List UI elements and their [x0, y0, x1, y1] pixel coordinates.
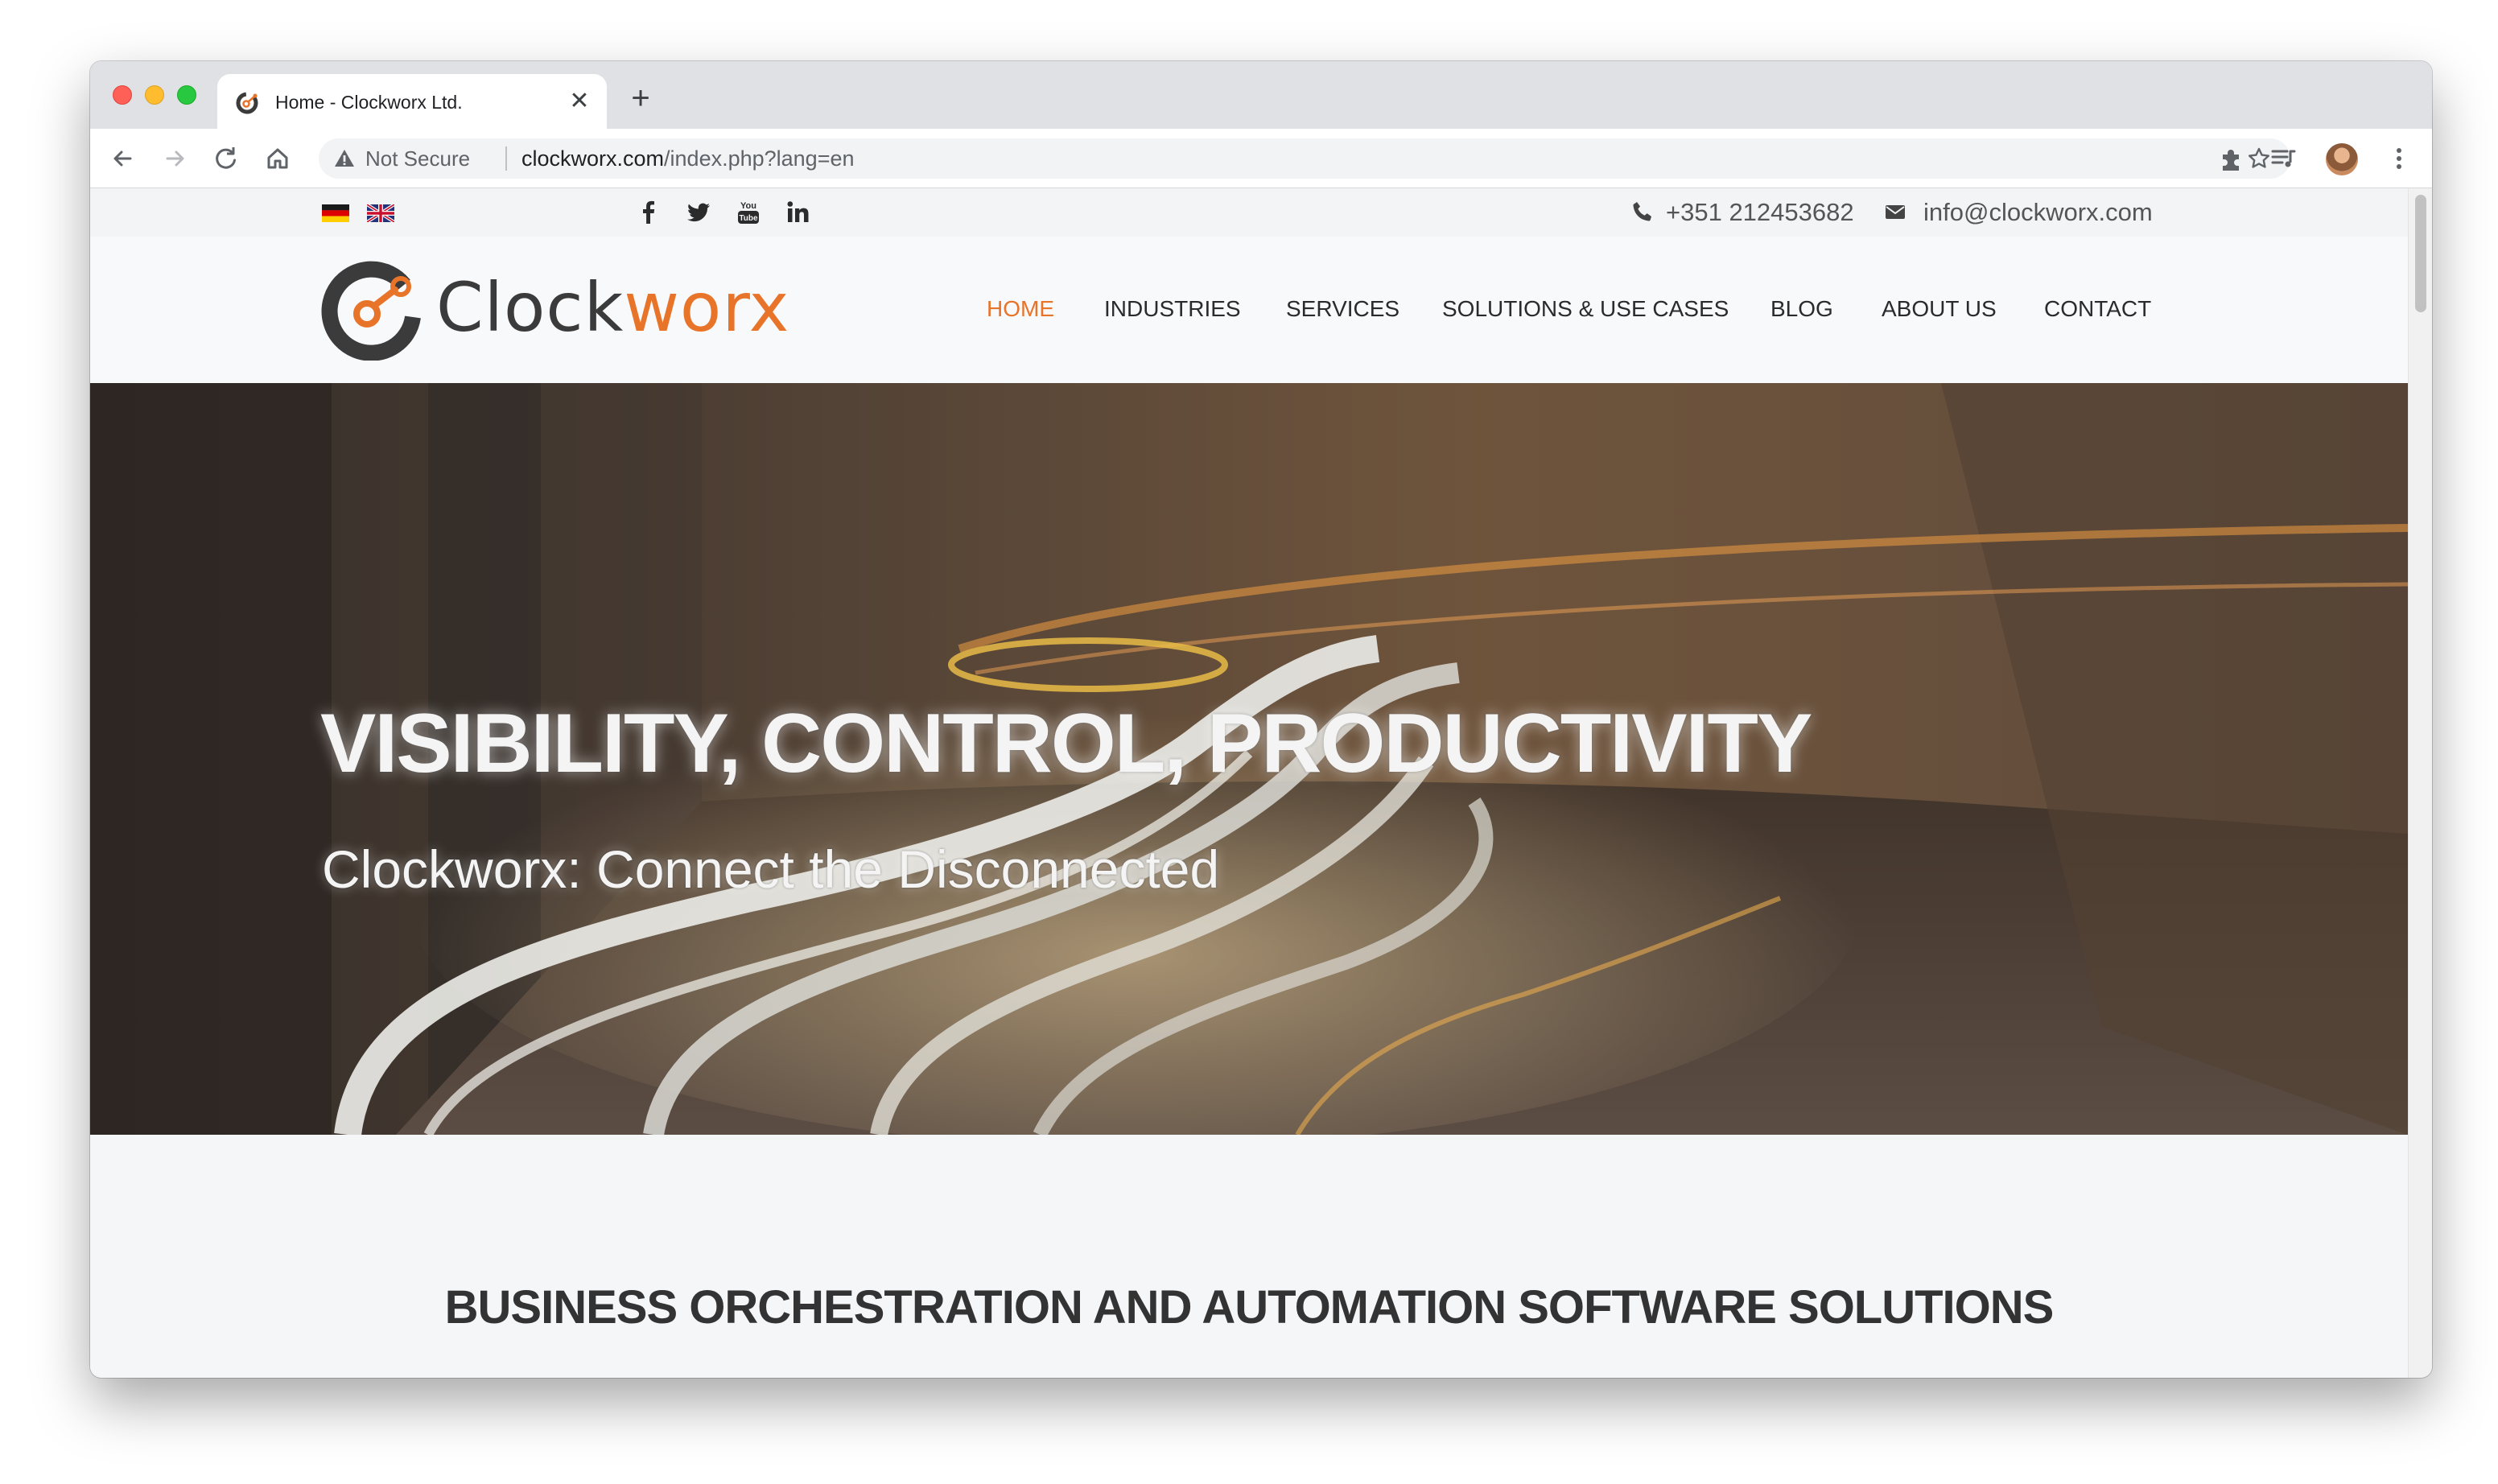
svg-text:Tube: Tube [739, 214, 758, 223]
hero-title: VISIBILITY, CONTROL, PRODUCTIVITY [320, 697, 1812, 790]
forward-arrow-icon[interactable] [158, 142, 192, 175]
address-separator [505, 146, 507, 171]
url-text[interactable]: clockworx.com/index.php?lang=en [521, 146, 855, 171]
back-arrow-icon[interactable] [106, 142, 140, 175]
url-path: /index.php?lang=en [664, 146, 855, 171]
home-icon[interactable] [261, 142, 295, 175]
nav-industries[interactable]: INDUSTRIES [1104, 295, 1241, 324]
nav-solutions[interactable]: SOLUTIONS & USE CASES [1442, 295, 1729, 324]
clockworx-favicon-icon [236, 92, 258, 114]
security-label[interactable]: Not Secure [365, 146, 470, 171]
site-header: Clockworx HOME INDUSTRIES SERVICES SOLUT… [90, 237, 2408, 383]
new-tab-button[interactable]: + [624, 82, 657, 114]
hero-subtitle: Clockworx: Connect the Disconnected [322, 839, 1220, 899]
warning-icon [335, 150, 354, 167]
nav-home[interactable]: HOME [987, 295, 1054, 324]
nav-blog[interactable]: BLOG [1770, 295, 1833, 324]
top-contact-bar: You Tube +351 212453682 info@clockworx.c… [90, 188, 2408, 237]
tab-strip: Home - Clockworx Ltd. ✕ + [90, 61, 2432, 129]
nav-about[interactable]: ABOUT US [1882, 295, 1997, 324]
extensions-puzzle-icon[interactable] [2216, 143, 2247, 174]
browser-toolbar: Not Secure clockworx.com/index.php?lang=… [90, 129, 2432, 188]
reload-icon[interactable] [209, 142, 243, 175]
web-page: You Tube +351 212453682 info@clockworx.c… [90, 188, 2408, 1378]
logo-text-worx: worx [624, 268, 790, 347]
linkedin-icon[interactable] [784, 198, 813, 227]
profile-avatar[interactable] [2326, 143, 2358, 175]
minimize-window-button[interactable] [145, 85, 164, 105]
youtube-icon[interactable]: You Tube [734, 198, 763, 227]
facebook-icon[interactable] [634, 198, 663, 227]
phone-icon [1633, 202, 1651, 221]
phone-number[interactable]: +351 212453682 [1666, 198, 1854, 227]
maximize-window-button[interactable] [177, 85, 196, 105]
uk-flag-icon[interactable] [367, 204, 394, 222]
tab-close-icon[interactable]: ✕ [565, 87, 594, 116]
hero-banner: VISIBILITY, CONTROL, PRODUCTIVITY Clockw… [90, 383, 2408, 1135]
envelope-icon [1886, 205, 1905, 219]
nav-contact[interactable]: CONTACT [2044, 295, 2151, 324]
kebab-menu-icon[interactable] [2384, 143, 2414, 174]
twitter-icon[interactable] [684, 198, 713, 227]
clockworx-logo-icon[interactable] [320, 258, 423, 361]
scrollbar-thumb[interactable] [2415, 195, 2426, 312]
page-scrollbar[interactable] [2408, 188, 2432, 1378]
address-bar[interactable]: Not Secure clockworx.com/index.php?lang=… [319, 138, 2290, 179]
browser-window: Home - Clockworx Ltd. ✕ + Not Secure clo… [90, 61, 2432, 1378]
svg-text:You: You [740, 201, 756, 211]
email-link[interactable]: info@clockworx.com [1923, 198, 2153, 227]
close-window-button[interactable] [113, 85, 132, 105]
german-flag-icon[interactable] [322, 204, 349, 222]
tab-title: Home - Clockworx Ltd. [275, 92, 463, 113]
clockworx-wordmark[interactable]: Clockworx [436, 267, 789, 348]
media-queue-icon[interactable] [2268, 143, 2298, 174]
url-domain: clockworx.com [521, 146, 665, 171]
browser-tab-active[interactable]: Home - Clockworx Ltd. ✕ [217, 74, 607, 129]
nav-services[interactable]: SERVICES [1286, 295, 1399, 324]
section-heading: BUSINESS ORCHESTRATION AND AUTOMATION SO… [444, 1281, 2055, 1334]
logo-text-clock: Clock [436, 268, 624, 347]
